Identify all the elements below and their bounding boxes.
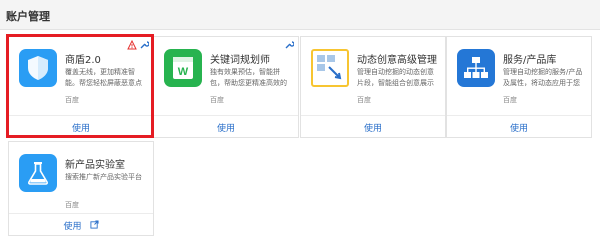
use-link[interactable]: 使用 [510, 124, 528, 134]
card-desc: 管理自动挖掘的服务/产品及属性，将动态应用于您的创意。 [503, 68, 583, 87]
wrench-icon[interactable] [139, 40, 149, 50]
app-card-dynamic-creative: 动态创意高级管理 管理自动挖掘的动态创意片段，智能组合创意展示给搜索用户。 百度… [300, 36, 446, 138]
flask-icon [19, 154, 57, 192]
card-body: 服务/产品库 管理自动挖掘的服务/产品及属性，将动态应用于您的创意。 百度 [447, 37, 591, 115]
card-body: W 关键词规划师 独有效果预估，智能拼包，帮助您更精准高效的推广。 百度 [154, 37, 298, 115]
use-link[interactable]: 使用 [63, 222, 81, 232]
card-footer: 使用 [154, 115, 298, 137]
card-vendor: 百度 [357, 96, 371, 104]
card-title: 新产品实验室 [65, 160, 125, 171]
card-corner-icons [284, 40, 294, 50]
card-footer: 使用 [9, 115, 153, 137]
card-vendor: 百度 [65, 201, 79, 209]
dynamic-creative-icon [311, 49, 349, 87]
app-card-product-library: 服务/产品库 管理自动挖掘的服务/产品及属性，将动态应用于您的创意。 百度 使用 [446, 36, 592, 138]
card-desc: 搜索推广新产品实验平台 [65, 173, 142, 181]
app-card-shangdun: 商盾2.0 覆盖无线，更加精准智能。帮您轻松屏蔽恶意点击，提升转化。 百度 使用 [8, 36, 154, 138]
app-card-product-lab: 新产品实验室 搜索推广新产品实验平台 百度 使用 [8, 141, 154, 236]
shield-icon [19, 49, 57, 87]
use-link[interactable]: 使用 [72, 124, 90, 134]
card-title: 动态创意高级管理 [357, 55, 437, 66]
card-title: 服务/产品库 [503, 55, 557, 66]
card-footer: 使用 [447, 115, 591, 137]
wrench-icon[interactable] [284, 40, 294, 50]
card-footer: 使用 [9, 213, 153, 235]
section-header: 账户管理 [0, 0, 600, 30]
word-doc-icon: W [164, 49, 202, 87]
card-desc: 覆盖无线，更加精准智能。帮您轻松屏蔽恶意点击，提升转化。 [65, 68, 142, 87]
use-link[interactable]: 使用 [217, 124, 235, 134]
card-title: 商盾2.0 [65, 55, 101, 66]
external-link-icon[interactable] [89, 220, 99, 229]
use-link[interactable]: 使用 [364, 124, 382, 134]
section-title: 账户管理 [6, 10, 50, 23]
card-desc: 管理自动挖掘的动态创意片段，智能组合创意展示给搜索用户。 [357, 68, 434, 87]
card-vendor: 百度 [65, 96, 79, 104]
card-vendor: 百度 [503, 96, 517, 104]
card-footer: 使用 [301, 115, 445, 137]
app-card-keyword-planner: W 关键词规划师 独有效果预估，智能拼包，帮助您更精准高效的推广。 百度 使用 [153, 36, 299, 138]
card-body: 新产品实验室 搜索推广新产品实验平台 百度 [9, 142, 153, 220]
warning-icon[interactable] [127, 40, 137, 50]
card-title: 关键词规划师 [210, 55, 270, 66]
card-desc: 独有效果预估，智能拼包，帮助您更精准高效的推广。 [210, 68, 287, 87]
card-body: 商盾2.0 覆盖无线，更加精准智能。帮您轻松屏蔽恶意点击，提升转化。 百度 [9, 37, 153, 115]
card-corner-icons [127, 40, 149, 50]
card-body: 动态创意高级管理 管理自动挖掘的动态创意片段，智能组合创意展示给搜索用户。 百度 [301, 37, 445, 115]
svg-text:W: W [178, 66, 189, 78]
hierarchy-icon [457, 49, 495, 87]
card-vendor: 百度 [210, 96, 224, 104]
